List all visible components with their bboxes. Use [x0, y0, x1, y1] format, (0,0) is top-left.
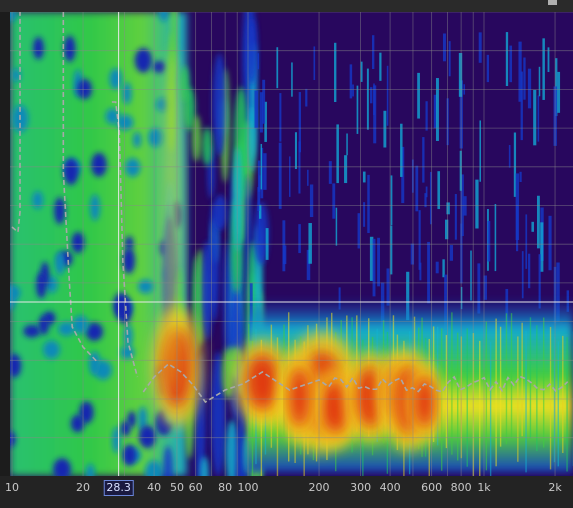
- frequency-axis: 10 20 40 50 60 80 100 200 300 400 600 800 1k 2k 28.3: [0, 476, 573, 508]
- frequency-tick-label: 800: [450, 481, 472, 494]
- frequency-tick-label: 50: [169, 481, 184, 494]
- frequency-tick-label: 20: [76, 481, 91, 494]
- top-bar: [0, 0, 573, 12]
- frequency-tick-label: 80: [218, 481, 233, 494]
- frequency-tick-label: 200: [308, 481, 330, 494]
- frequency-tick-label: 1k: [477, 481, 491, 494]
- spectrogram-plot[interactable]: [10, 12, 573, 476]
- frequency-tick-label: 400: [379, 481, 401, 494]
- frequency-tick-label: 600: [421, 481, 443, 494]
- spectrogram-window: 10 20 40 50 60 80 100 200 300 400 600 800 1k 2k 28.3: [0, 0, 573, 508]
- frequency-tick-label: 2k: [548, 481, 562, 494]
- frequency-tick-label: 10: [5, 481, 19, 494]
- frequency-tick-label: 300: [350, 481, 372, 494]
- frequency-tick-label: 40: [147, 481, 162, 494]
- cursor-frequency-readout: 28.3: [103, 480, 134, 496]
- spectrogram-canvas: [10, 12, 573, 476]
- frequency-tick-label: 60: [188, 481, 203, 494]
- resize-handle[interactable]: [548, 0, 557, 5]
- frequency-tick-label: 100: [237, 481, 259, 494]
